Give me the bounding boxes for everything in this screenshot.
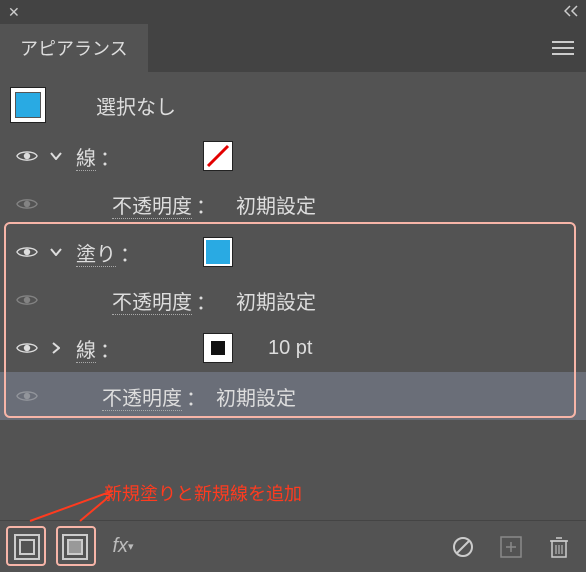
row-fill[interactable]: 塗り： (0, 228, 586, 276)
row-label: 不透明度： (68, 190, 216, 219)
visibility-toggle[interactable] (10, 244, 44, 260)
selection-label: 選択なし (96, 91, 176, 120)
delete-item-button[interactable] (542, 530, 576, 564)
panel-top-bar: ✕ (0, 0, 586, 24)
disclosure-down-icon[interactable] (44, 152, 68, 160)
close-icon[interactable]: ✕ (8, 4, 20, 21)
disclosure-right-icon[interactable] (44, 342, 68, 354)
visibility-toggle[interactable] (10, 196, 44, 212)
row-stroke-2[interactable]: 線： 10 pt (0, 324, 586, 372)
row-main-opacity[interactable]: 不透明度： 初期設定 (0, 372, 586, 420)
add-new-stroke-button[interactable] (10, 530, 44, 564)
clear-appearance-button[interactable] (446, 530, 480, 564)
row-label: 塗り： (68, 238, 188, 267)
appearance-rows: 線： 不透明度： 初期設定 (0, 132, 586, 420)
annotation-text: 新規塗りと新規線を追加 (104, 480, 302, 506)
row-fill-opacity[interactable]: 不透明度： 初期設定 (0, 276, 586, 324)
selection-thumbnail[interactable] (10, 87, 46, 123)
panel-menu-button[interactable] (552, 40, 574, 56)
visibility-toggle[interactable] (10, 148, 44, 164)
visibility-toggle[interactable] (10, 292, 44, 308)
opacity-value: 初期設定 (206, 382, 296, 411)
tab-appearance[interactable]: アピアランス (0, 24, 148, 72)
collapse-icon[interactable] (564, 5, 578, 20)
row-label: 線： (68, 334, 188, 363)
opacity-value: 初期設定 (216, 286, 316, 315)
row-label: 不透明度： (68, 286, 216, 315)
appearance-panel: ✕ アピアランス 選択なし (0, 0, 586, 572)
panel-footer: fx▾ (0, 520, 586, 572)
add-new-fill-button[interactable] (58, 530, 92, 564)
disclosure-down-icon[interactable] (44, 248, 68, 256)
tab-label: アピアランス (20, 35, 128, 61)
row-stroke-1[interactable]: 線： (0, 132, 586, 180)
stroke-weight-value[interactable]: 10 pt (248, 337, 312, 360)
visibility-toggle[interactable] (10, 388, 44, 404)
row-label: 線： (68, 142, 188, 171)
fill-swatch[interactable] (204, 238, 232, 266)
stroke-swatch-none[interactable] (204, 142, 232, 170)
tab-bar: アピアランス (0, 24, 586, 72)
annotation-line (30, 490, 113, 522)
selection-row: 選択なし (0, 78, 586, 132)
stroke-swatch[interactable] (204, 334, 232, 362)
add-effect-button[interactable]: fx▾ (106, 530, 140, 564)
panel-content: 選択なし 線： (0, 72, 586, 520)
duplicate-item-button[interactable] (494, 530, 528, 564)
visibility-toggle[interactable] (10, 340, 44, 356)
row-label: 不透明度： (68, 382, 206, 411)
row-stroke-1-opacity[interactable]: 不透明度： 初期設定 (0, 180, 586, 228)
opacity-value: 初期設定 (216, 190, 316, 219)
